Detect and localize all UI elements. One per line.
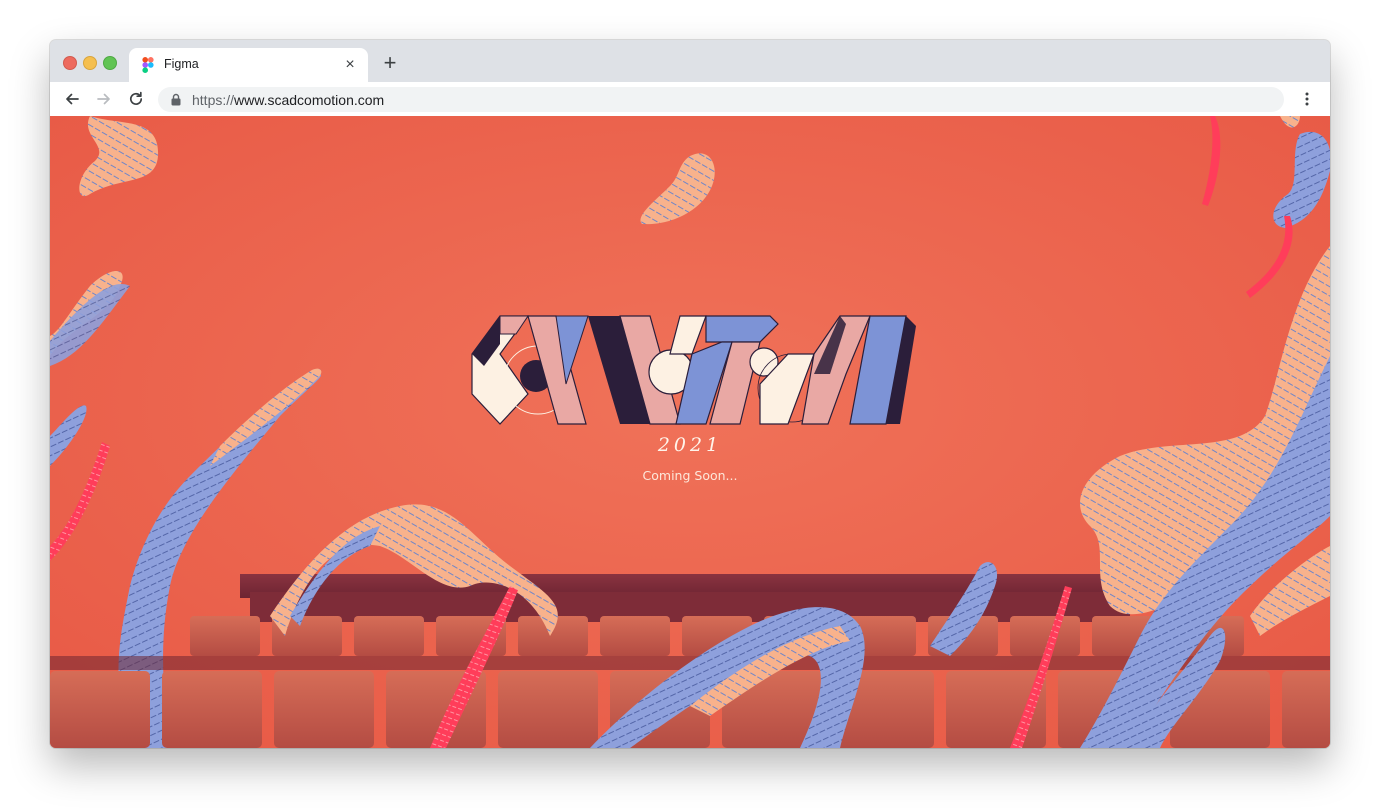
theater-illustration (50, 116, 1330, 748)
seat-row-back (240, 574, 1140, 622)
url-scheme: https:// (192, 92, 235, 108)
browser-window: Figma × + https://www.scadcomotion.com 2… (50, 40, 1330, 748)
window-maximize-button[interactable] (103, 56, 117, 70)
coming-soon-text: Coming Soon... (642, 468, 738, 483)
page-viewport: 2021 Coming Soon... (50, 116, 1330, 748)
plus-icon[interactable]: + (380, 52, 400, 74)
close-icon[interactable]: × (342, 57, 358, 73)
url-text[interactable]: https://www.scadcomotion.com (192, 92, 384, 108)
tab-strip: Figma × + (50, 40, 1330, 82)
year-text: 2021 (657, 434, 723, 456)
lock-icon (171, 93, 181, 106)
reload-icon[interactable] (127, 90, 145, 108)
window-close-button[interactable] (63, 56, 77, 70)
address-bar[interactable]: https://www.scadcomotion.com (158, 87, 1284, 112)
window-minimize-button[interactable] (83, 56, 97, 70)
figma-logo-icon (142, 57, 154, 73)
arrow-left-icon[interactable] (63, 90, 81, 108)
browser-tab[interactable]: Figma × (129, 48, 368, 82)
arrow-right-icon[interactable] (95, 90, 113, 108)
tab-title: Figma (164, 57, 199, 71)
kebab-menu-icon[interactable] (1298, 90, 1316, 108)
url-host: www.scadcomotion.com (234, 92, 385, 108)
browser-toolbar: https://www.scadcomotion.com (50, 82, 1330, 116)
